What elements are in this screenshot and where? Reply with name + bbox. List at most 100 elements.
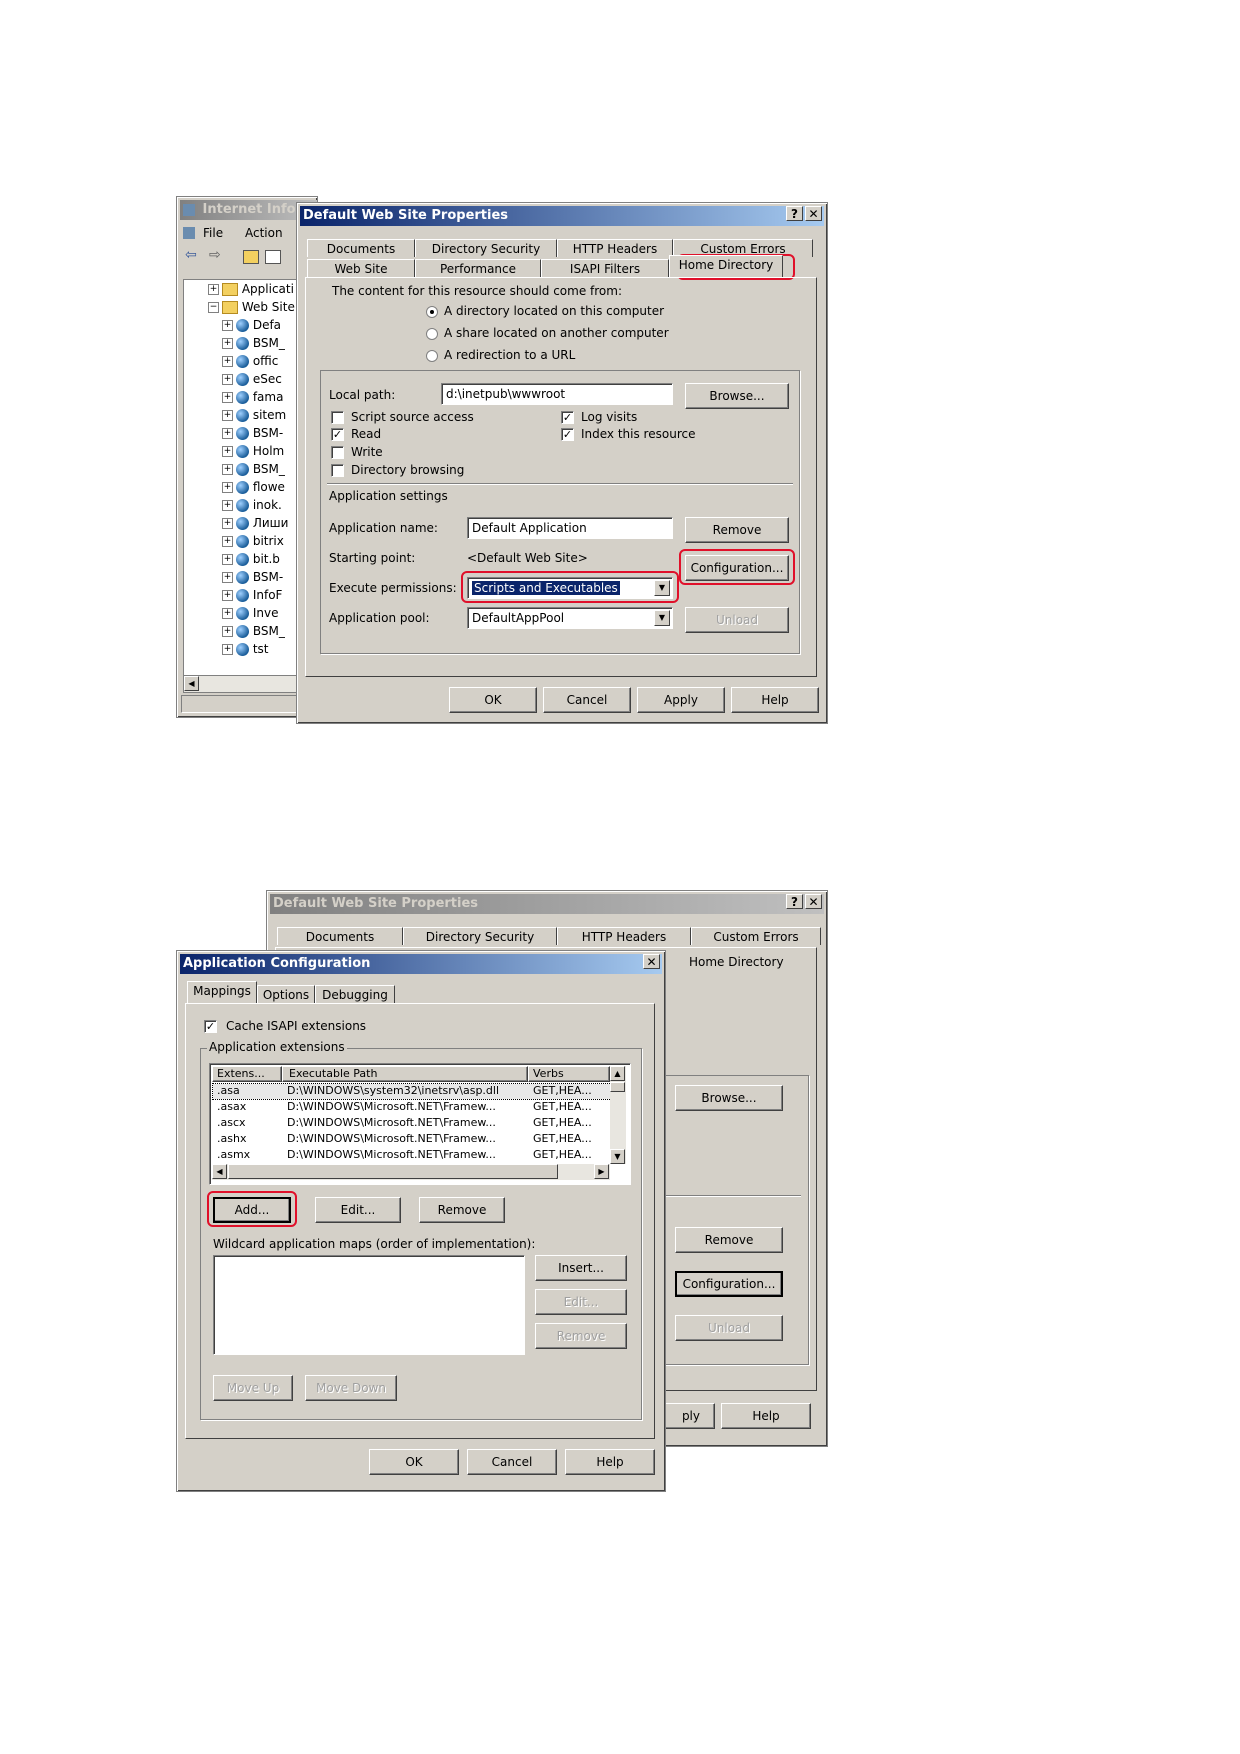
tree-item-site[interactable]: + tst	[222, 642, 269, 658]
tree-item-site[interactable]: + bitrix	[222, 534, 284, 550]
tree-item-web-sites[interactable]: − Web Site	[208, 300, 295, 316]
expand-icon[interactable]: +	[222, 500, 233, 511]
tree-item-site[interactable]: + Inve	[222, 606, 278, 622]
move-down-button[interactable]: Move Down	[305, 1375, 397, 1401]
check-directory-browsing[interactable]	[331, 464, 344, 477]
expand-icon[interactable]: +	[222, 356, 233, 367]
tree-item-site[interactable]: + InfoF	[222, 588, 282, 604]
column-header-path[interactable]: Executable Path	[282, 1066, 528, 1082]
expand-icon[interactable]: +	[222, 644, 233, 655]
tree-item-applications[interactable]: + Applicati	[208, 282, 294, 298]
tab-performance[interactable]: Performance	[415, 259, 541, 277]
help-button[interactable]: Help	[721, 1403, 811, 1429]
expand-icon[interactable]: +	[222, 608, 233, 619]
tree-item-site[interactable]: + eSec	[222, 372, 282, 388]
tab-documents[interactable]: Documents	[307, 239, 415, 257]
tab-options[interactable]: Options	[257, 985, 315, 1003]
tree-item-site[interactable]: + Defa	[222, 318, 281, 334]
check-log-visits[interactable]: ✓	[561, 411, 574, 424]
expand-icon[interactable]: +	[222, 590, 233, 601]
expand-icon[interactable]: +	[222, 554, 233, 565]
help-title-button[interactable]: ?	[786, 894, 803, 909]
collapse-icon[interactable]: −	[208, 302, 219, 313]
expand-icon[interactable]: +	[222, 446, 233, 457]
check-cache-isapi[interactable]: ✓	[204, 1020, 217, 1033]
scroll-up-icon[interactable]: ▲	[610, 1066, 625, 1081]
tree-item-site[interactable]: + BSM_	[222, 624, 285, 640]
remove-app-button[interactable]: Remove	[685, 517, 789, 543]
cancel-button[interactable]: Cancel	[543, 687, 631, 713]
tree-item-site[interactable]: + BSM_	[222, 462, 285, 478]
extensions-listview[interactable]: Extens... Executable Path Verbs .asa D:\W…	[209, 1063, 631, 1185]
browse-button[interactable]: Browse...	[675, 1085, 783, 1111]
edit-wildcard-button[interactable]: Edit...	[535, 1289, 627, 1315]
edit-mapping-button[interactable]: Edit...	[315, 1197, 401, 1223]
tree-item-site[interactable]: + inok.	[222, 498, 282, 514]
forward-arrow-icon[interactable]: ⇨	[209, 247, 221, 263]
check-script-source[interactable]	[331, 411, 344, 424]
local-path-input[interactable]: d:\inetpub\wwwroot	[441, 383, 673, 405]
tree-item-site[interactable]: + sitem	[222, 408, 286, 424]
tab-directory-security[interactable]: Directory Security	[403, 927, 557, 945]
wildcard-listbox[interactable]	[213, 1255, 525, 1355]
expand-icon[interactable]: +	[222, 320, 233, 331]
tab-custom-errors[interactable]: Custom Errors	[691, 927, 821, 945]
expand-icon[interactable]: +	[222, 428, 233, 439]
check-write[interactable]	[331, 446, 344, 459]
expand-icon[interactable]: +	[222, 392, 233, 403]
table-row[interactable]: .ascx D:\WINDOWS\Microsoft.NET\Framew... G…	[213, 1116, 611, 1131]
scroll-left-icon[interactable]: ◀	[212, 1164, 227, 1179]
tree-item-site[interactable]: + BSM_	[222, 336, 285, 352]
radio-network-share[interactable]	[426, 328, 438, 340]
table-row[interactable]: .asmx D:\WINDOWS\Microsoft.NET\Framew... G…	[213, 1148, 611, 1163]
ok-button[interactable]: OK	[449, 687, 537, 713]
unload-button[interactable]: Unload	[685, 607, 789, 633]
help-button[interactable]: Help	[731, 687, 819, 713]
app-name-input[interactable]: Default Application	[467, 517, 673, 539]
expand-icon[interactable]: +	[222, 572, 233, 583]
tree-item-site[interactable]: + offic	[222, 354, 278, 370]
tree-item-site[interactable]: + bit.b	[222, 552, 280, 568]
check-index-resource[interactable]: ✓	[561, 428, 574, 441]
close-title-button[interactable]: ✕	[805, 894, 822, 909]
tree-item-site[interactable]: + Лиши	[222, 516, 288, 532]
cancel-button[interactable]: Cancel	[467, 1449, 557, 1475]
up-folder-icon[interactable]	[243, 250, 259, 264]
back-arrow-icon[interactable]: ⇦	[185, 247, 197, 263]
tab-mappings[interactable]: Mappings	[187, 981, 257, 1003]
close-title-button[interactable]: ✕	[643, 954, 660, 969]
check-read[interactable]: ✓	[331, 428, 344, 441]
insert-wildcard-button[interactable]: Insert...	[535, 1255, 627, 1281]
scroll-left-icon[interactable]: ◀	[184, 676, 199, 691]
expand-icon[interactable]: +	[222, 482, 233, 493]
column-header-extension[interactable]: Extens...	[212, 1066, 282, 1082]
close-title-button[interactable]: ✕	[805, 206, 822, 221]
tab-http-headers[interactable]: HTTP Headers	[557, 239, 673, 257]
show-tree-icon[interactable]	[265, 250, 281, 264]
menu-file[interactable]: File	[203, 226, 223, 240]
scroll-down-icon[interactable]: ▼	[610, 1149, 625, 1164]
radio-local-directory[interactable]	[426, 306, 438, 318]
expand-icon[interactable]: +	[222, 536, 233, 547]
unload-button[interactable]: Unload	[675, 1315, 783, 1341]
ok-button[interactable]: OK	[369, 1449, 459, 1475]
radio-url-redirect[interactable]	[426, 350, 438, 362]
tab-debugging[interactable]: Debugging	[315, 985, 395, 1003]
scroll-right-icon[interactable]: ▶	[594, 1164, 609, 1179]
expand-icon[interactable]: +	[222, 374, 233, 385]
apply-button[interactable]: Apply	[637, 687, 725, 713]
tab-http-headers[interactable]: HTTP Headers	[557, 927, 691, 945]
expand-icon[interactable]: +	[208, 284, 219, 295]
remove-app-button[interactable]: Remove	[675, 1227, 783, 1253]
listview-hscroll[interactable]: ◀ ▶	[212, 1164, 610, 1180]
tree-item-site[interactable]: + Holm	[222, 444, 284, 460]
scroll-thumb[interactable]	[610, 1082, 625, 1092]
tree-item-site[interactable]: + BSM-	[222, 570, 283, 586]
help-title-button[interactable]: ?	[786, 206, 803, 221]
table-row[interactable]: .asa D:\WINDOWS\system32\inetsrv\asp.dll G…	[212, 1083, 612, 1100]
remove-mapping-button[interactable]: Remove	[419, 1197, 505, 1223]
app-pool-select[interactable]: DefaultAppPool ▼	[467, 607, 673, 629]
expand-icon[interactable]: +	[222, 464, 233, 475]
configuration-button[interactable]: Configuration...	[675, 1271, 783, 1297]
remove-wildcard-button[interactable]: Remove	[535, 1323, 627, 1349]
